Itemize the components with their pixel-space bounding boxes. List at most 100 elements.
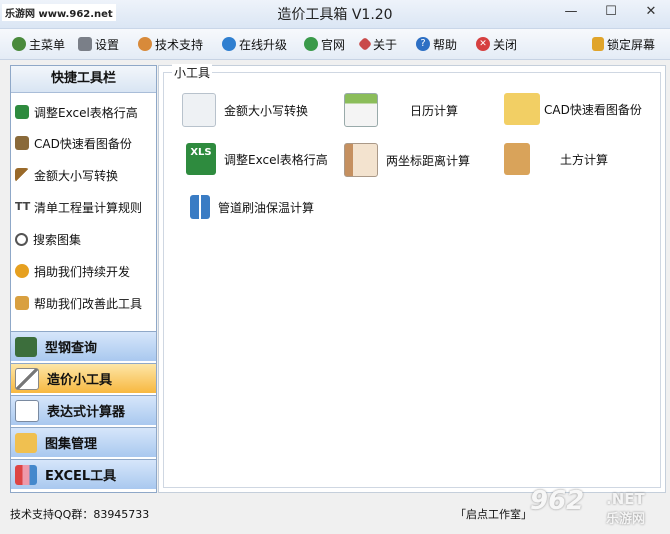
tool-label: 两坐标距离计算 bbox=[386, 153, 471, 168]
sidebar-item-excel-row-height[interactable]: 调整Excel表格行高 bbox=[15, 101, 138, 123]
folder-star-icon bbox=[15, 432, 37, 453]
sidebar-item-donate[interactable]: 捐助我们持续开发 bbox=[15, 260, 130, 282]
official-site-label: 官网 bbox=[321, 37, 346, 52]
online-upgrade-label: 在线升级 bbox=[239, 37, 288, 52]
coordinate-icon bbox=[344, 143, 378, 177]
ruler-icon bbox=[15, 168, 29, 182]
wrench-icon bbox=[78, 37, 92, 51]
about-button[interactable]: 关于 bbox=[357, 35, 398, 53]
online-upgrade-button[interactable]: 在线升级 bbox=[222, 35, 287, 53]
tool-label: 管道刷油保温计算 bbox=[218, 200, 315, 215]
section-steel-query[interactable]: 型钢查询 bbox=[11, 331, 156, 361]
section-excel-tools[interactable]: EXCEL工具 bbox=[11, 459, 156, 489]
title-bar: 乐游网 www.962.net 造价工具箱 V1.20 — ☐ ✕ bbox=[0, 0, 670, 29]
maximize-button[interactable]: ☐ bbox=[598, 3, 624, 21]
folder-sync-icon bbox=[504, 93, 540, 125]
sidebar-item-label: 金额大小写转换 bbox=[34, 168, 119, 183]
tool-label: 金额大小写转换 bbox=[224, 103, 309, 118]
group-title: 小工具 bbox=[172, 64, 213, 81]
close-icon: ✕ bbox=[476, 37, 490, 51]
close-button[interactable]: ✕ 关闭 bbox=[476, 35, 517, 53]
tool-label: CAD快速看图备份 bbox=[544, 102, 642, 117]
logo-number: 962 bbox=[530, 486, 585, 516]
main-panel: 小工具 金额大小写转换 日历计算 CAD快速看图备份 XLS 调整Excel表格… bbox=[158, 64, 666, 493]
section-label: 表达式计算器 bbox=[47, 405, 126, 420]
tool-excel-row-height[interactable]: XLS 调整Excel表格行高 bbox=[186, 143, 328, 175]
sidebar-item-amount-convert[interactable]: 金额大小写转换 bbox=[15, 164, 118, 186]
logo-net: .NET bbox=[606, 490, 645, 508]
sidebar-item-label: CAD快速看图备份 bbox=[34, 136, 132, 151]
tool-calendar[interactable]: 日历计算 bbox=[344, 93, 458, 127]
about-label: 关于 bbox=[373, 37, 398, 52]
tool-pipe-insulation[interactable]: 管道刷油保温计算 bbox=[190, 195, 314, 219]
user-icon bbox=[12, 37, 26, 51]
settings-button[interactable]: 设置 bbox=[78, 35, 119, 53]
excel-icon bbox=[15, 105, 29, 119]
close-label: 关闭 bbox=[493, 37, 518, 52]
calendar-icon bbox=[344, 93, 378, 127]
xls-icon: XLS bbox=[186, 143, 216, 175]
sidebar-item-label: 清单工程量计算规则 bbox=[34, 200, 143, 215]
sidebar-item-label: 捐助我们持续开发 bbox=[34, 264, 131, 279]
medal-icon bbox=[15, 264, 29, 278]
official-site-button[interactable]: 官网 bbox=[304, 35, 345, 53]
lock-screen-label: 锁定屏幕 bbox=[607, 37, 656, 52]
tool-earthwork[interactable]: 土方计算 bbox=[504, 143, 608, 175]
tool-label: 日历计算 bbox=[410, 103, 459, 118]
toolbar: 主菜单 设置 技术支持 在线升级 官网 关于 ? 帮助 ✕ 关闭 锁定屏幕 bbox=[0, 29, 670, 60]
sidebar-item-label: 帮助我们改善此工具 bbox=[34, 296, 143, 311]
pipe-icon bbox=[190, 195, 210, 219]
tech-support-label: 技术支持 bbox=[155, 37, 204, 52]
studio-text: 「启点工作室」 bbox=[455, 508, 532, 521]
sidebar-item-cad-backup[interactable]: CAD快速看图备份 bbox=[15, 132, 132, 154]
section-expression-calculator[interactable]: 表达式计算器 bbox=[11, 395, 156, 425]
sidebar-item-feedback[interactable]: 帮助我们改善此工具 bbox=[15, 292, 142, 314]
help-button[interactable]: ? 帮助 bbox=[416, 35, 457, 53]
minimize-button[interactable]: — bbox=[558, 3, 584, 21]
lock-screen-button[interactable]: 锁定屏幕 bbox=[592, 35, 655, 53]
tool-label: 土方计算 bbox=[560, 152, 609, 167]
xls-badge: XLS bbox=[190, 147, 212, 158]
sheet-icon bbox=[15, 399, 39, 422]
tool-amount-convert[interactable]: 金额大小写转换 bbox=[182, 93, 308, 127]
sidebar-item-quantity-rules[interactable]: TT 清单工程量计算规则 bbox=[15, 196, 142, 218]
sidebar-header: 快捷工具栏 bbox=[11, 66, 156, 93]
tech-support-button[interactable]: 技术支持 bbox=[138, 35, 203, 53]
support-icon bbox=[138, 37, 152, 51]
cad-icon bbox=[15, 136, 29, 150]
section-label: 造价小工具 bbox=[47, 373, 113, 388]
close-window-button[interactable]: ✕ bbox=[638, 3, 664, 21]
globe-icon bbox=[222, 37, 236, 51]
edit-icon bbox=[15, 296, 29, 310]
sidebar-item-label: 调整Excel表格行高 bbox=[34, 105, 138, 120]
section-atlas-management[interactable]: 图集管理 bbox=[11, 427, 156, 457]
home-globe-icon bbox=[304, 37, 318, 51]
sidebar: 快捷工具栏 调整Excel表格行高 CAD快速看图备份 金额大小写转换 TT 清… bbox=[10, 65, 157, 493]
help-label: 帮助 bbox=[433, 37, 458, 52]
tt-icon: TT bbox=[15, 200, 31, 213]
magnifier-icon bbox=[15, 232, 28, 246]
lock-icon bbox=[592, 37, 604, 51]
tool-label: 调整Excel表格行高 bbox=[224, 152, 328, 167]
section-label: 图集管理 bbox=[45, 437, 98, 452]
sidebar-item-label: 搜索图集 bbox=[33, 232, 82, 247]
tools-group: 小工具 金额大小写转换 日历计算 CAD快速看图备份 XLS 调整Excel表格… bbox=[163, 64, 661, 488]
watermark-logo: 962 .NET 乐游网 bbox=[530, 484, 668, 532]
form-icon bbox=[182, 93, 216, 127]
settings-label: 设置 bbox=[95, 37, 120, 52]
question-icon: ? bbox=[416, 37, 430, 51]
section-label: EXCEL工具 bbox=[45, 469, 117, 484]
main-menu-label: 主菜单 bbox=[29, 37, 66, 52]
section-label: 型钢查询 bbox=[45, 341, 98, 356]
support-qq-text: 技术支持QQ群：83945733 bbox=[10, 508, 150, 521]
logo-cn: 乐游网 bbox=[606, 512, 646, 527]
main-menu-button[interactable]: 主菜单 bbox=[12, 35, 65, 53]
pin-icon bbox=[357, 36, 373, 52]
tool-coordinate-distance[interactable]: 两坐标距离计算 bbox=[344, 143, 470, 177]
clipboard-icon bbox=[504, 143, 530, 175]
section-cost-tools[interactable]: 造价小工具 bbox=[11, 363, 156, 393]
sidebar-item-search-atlas[interactable]: 搜索图集 bbox=[15, 228, 81, 250]
tool-cad-backup[interactable]: CAD快速看图备份 bbox=[504, 93, 642, 125]
books-icon bbox=[15, 464, 37, 485]
chalkboard-icon bbox=[15, 336, 37, 357]
